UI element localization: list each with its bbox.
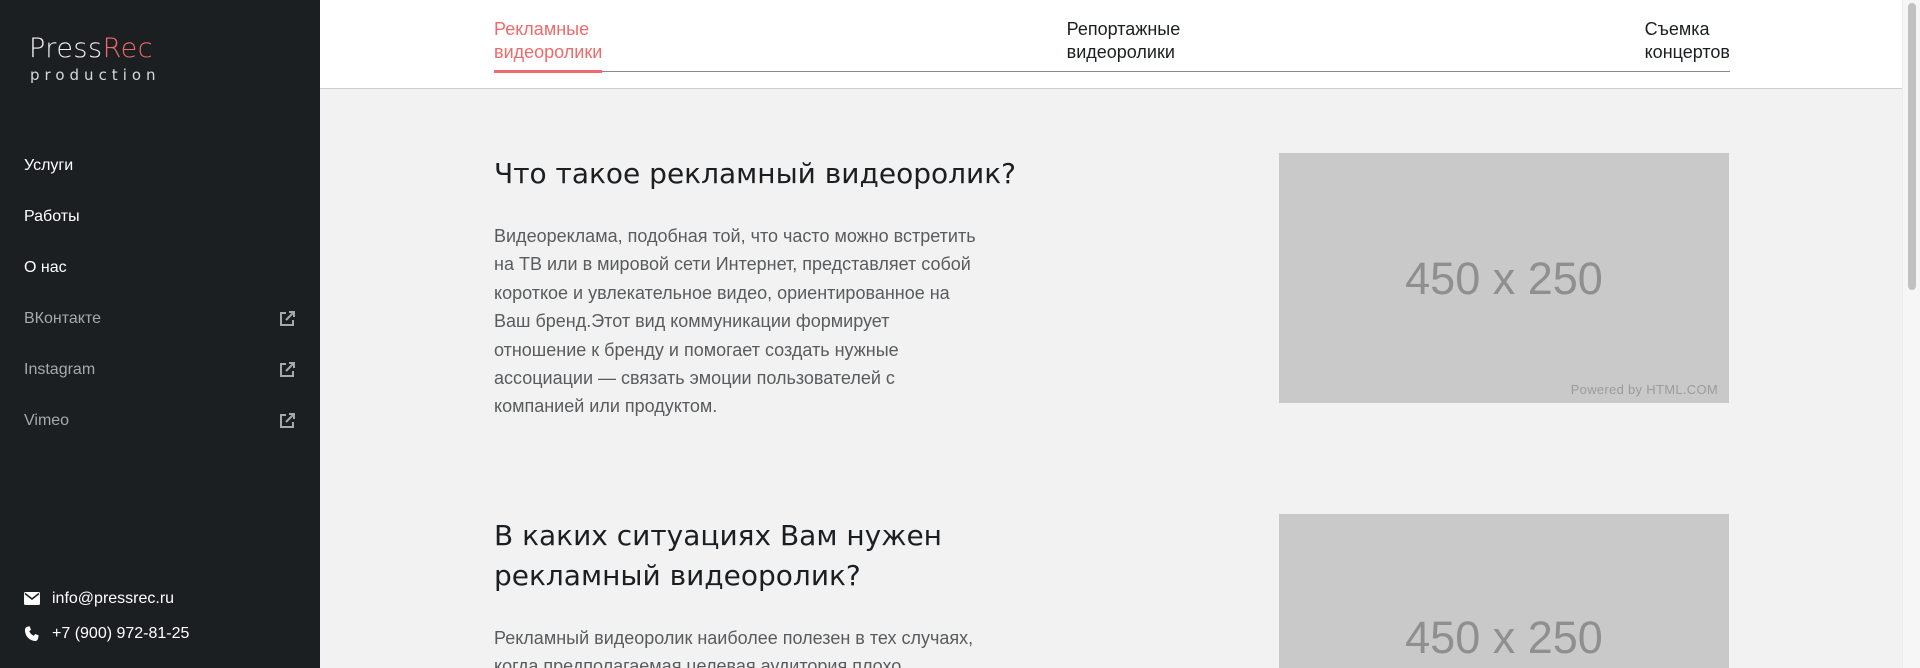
sidebar: PressRec production Услуги Работы О нас … [0,0,320,668]
tab-list: Рекламные видеоролики Репортажные видеор… [494,18,1730,73]
text-line: ассоциации — связать эмоции пользователе… [494,368,895,389]
sidebar-item-label: О нас [24,258,67,276]
tab-label-line2: видеоролики [1066,42,1175,62]
sidebar-item-label: ВКонтакте [24,309,101,327]
section-title: Что такое рекламный видеоролик? [494,157,1016,190]
sidebar-item-services[interactable]: Услуги [24,140,296,191]
placeholder-label: 450 x 250 [1405,253,1603,304]
contact-phone[interactable]: +7 (900) 972-81-25 [24,616,189,651]
email-link: info@pressrec.ru [52,589,175,607]
sidebar-item-label: Vimeo [24,411,70,429]
sidebar-item-works[interactable]: Работы [24,191,296,242]
text-line: отношение к бренду и помогает создать ну… [494,339,899,360]
image-placeholder: 450 x 250 Powered by HTML.COM [1279,153,1729,403]
sidebar-link-instagram[interactable]: Instagram [24,344,296,395]
external-link-icon [278,412,296,430]
text-line: Ваш бренд.Этот вид коммуникации формируе… [494,311,890,332]
sidebar-link-vkontakte[interactable]: ВКонтакте [24,293,296,344]
image-placeholder: 450 x 250 [1279,514,1729,668]
scrollbar-thumb[interactable] [1908,3,1916,290]
tab-advertising-videos[interactable]: Рекламные видеоролики [494,18,603,73]
contact-email[interactable]: info@pressrec.ru [24,581,189,616]
powered-by-link[interactable]: Powered by HTML.COM [1571,382,1718,397]
phone-icon [24,625,52,642]
tab-label-line1: Съемка [1644,19,1710,39]
sidebar-item-label: Услуги [24,156,74,174]
text-line: Рекламный видеоролик наиболее полезен в … [494,628,974,648]
tab-label-line1: Репортажные [1066,19,1181,39]
section-text: Видеореклама, подобная той, что часто мо… [494,222,994,421]
external-link-icon [278,361,296,379]
title-line: В каких ситуациях Вам нужен [494,519,942,552]
tab-label-line2: концертов [1644,42,1730,62]
top-tabs-bar: Рекламные видеоролики Репортажные видеор… [320,0,1902,89]
sidebar-item-label: Работы [24,207,80,225]
phone-number: +7 (900) 972-81-25 [52,624,190,642]
tab-label-line2: видеоролики [494,42,603,62]
logo-text-press: Press [29,33,103,64]
logo[interactable]: PressRec production [29,32,161,84]
text-line: компанией или продуктом. [494,396,718,417]
vertical-scrollbar[interactable] [1902,0,1920,668]
section-title: В каких ситуациях Вам нужен рекламный ви… [494,516,942,596]
logo-subtitle: production [30,66,161,84]
section-text: Рекламный видеоролик наиболее полезен в … [494,624,994,668]
tab-reportage-videos[interactable]: Репортажные видеоролики [1067,18,1181,71]
text-line: на ТВ или в мировой сети Интернет, предс… [494,254,971,275]
contacts: info@pressrec.ru +7 (900) 972-81-25 [24,581,189,651]
text-line: Видеореклама, подобная той, что часто мо… [494,226,976,246]
title-line: рекламный видеоролик? [494,559,861,592]
placeholder-label: 450 x 250 [1405,612,1603,663]
tab-concert-filming[interactable]: Съемка концертов [1645,18,1730,71]
tab-label-line1: Рекламные [494,19,590,39]
sidebar-link-vimeo[interactable]: Vimeo [24,395,296,446]
logo-wordmark: PressRec [29,32,161,66]
text-line: короткое и увлекательное видео, ориентир… [494,282,950,303]
text-line: когда предполагаемая целевая аудитория п… [494,656,902,668]
external-link-icon [278,310,296,328]
envelope-icon [24,592,52,605]
logo-text-rec: Rec [102,33,154,64]
sidebar-item-label: Instagram [24,360,96,378]
sidebar-item-about[interactable]: О нас [24,242,296,293]
sidebar-nav: Услуги Работы О нас ВКонтакте Instagram … [24,140,296,446]
